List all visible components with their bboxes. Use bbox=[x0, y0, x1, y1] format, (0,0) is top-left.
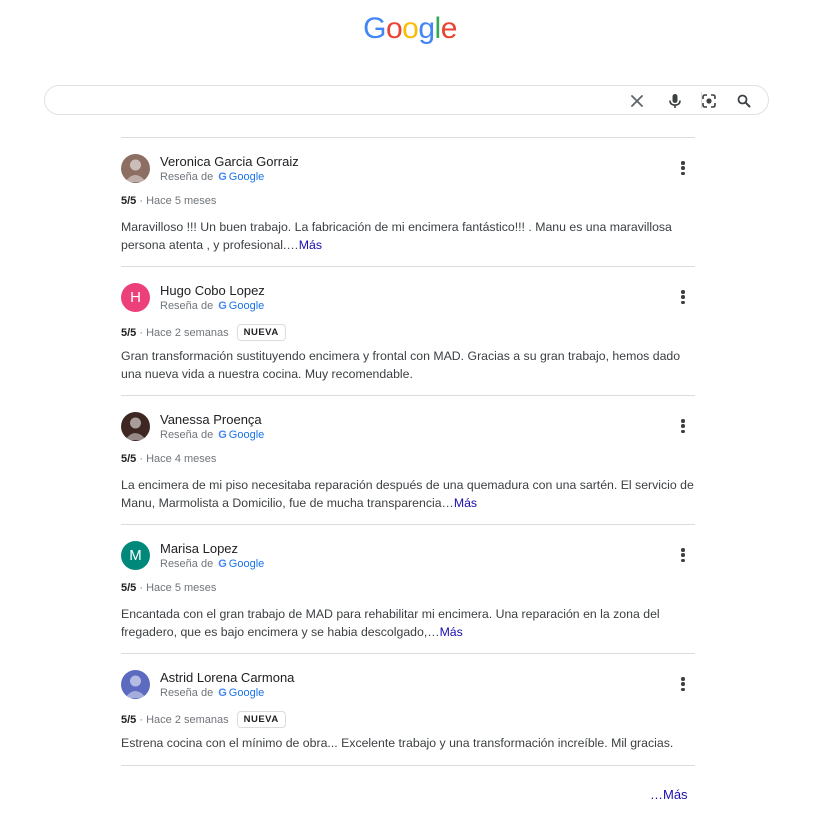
google-g-icon: G bbox=[218, 429, 227, 441]
avatar[interactable] bbox=[121, 154, 150, 183]
review-time: Hace 5 meses bbox=[146, 582, 217, 594]
rating: 5/5 bbox=[121, 713, 137, 726]
review-meta: 5/5 · Hace 2 semanas NUEVA bbox=[121, 711, 286, 728]
more-options-icon[interactable] bbox=[677, 545, 689, 565]
review-source: Reseña de G Google bbox=[160, 429, 265, 441]
more-link[interactable]: Más bbox=[440, 625, 463, 639]
reviewer-name[interactable]: Vanessa Proença bbox=[160, 412, 262, 427]
review-time: Hace 2 semanas bbox=[146, 713, 229, 726]
more-reviews-link[interactable]: …Más bbox=[650, 787, 688, 802]
review-text: Estrena cocina con el mínimo de obra... … bbox=[121, 736, 674, 750]
review-text: Encantada con el gran trabajo de MAD par… bbox=[121, 607, 660, 639]
search-icon[interactable] bbox=[734, 91, 754, 111]
review-time: Hace 2 semanas bbox=[146, 326, 229, 339]
logo-letter: e bbox=[440, 12, 458, 45]
new-badge: NUEVA bbox=[236, 324, 286, 341]
more-options-icon[interactable] bbox=[677, 416, 689, 436]
logo-letter: g bbox=[418, 12, 435, 45]
review-meta: 5/5 · Hace 2 semanas NUEVA bbox=[121, 324, 286, 341]
google-g-icon: G bbox=[218, 171, 227, 183]
more-options-icon[interactable] bbox=[677, 158, 689, 178]
rating: 5/5 bbox=[121, 195, 137, 207]
google-g-icon: G bbox=[218, 300, 227, 312]
reviews-list: Veronica Garcia Gorraiz Reseña de G Goog… bbox=[121, 137, 695, 765]
more-options-icon[interactable] bbox=[677, 674, 689, 694]
rating: 5/5 bbox=[121, 582, 137, 594]
review-item: Vanessa Proença Reseña de G Google 5/5 ·… bbox=[121, 395, 695, 524]
source-link[interactable]: Google bbox=[229, 429, 264, 441]
source-link[interactable]: Google bbox=[229, 171, 264, 183]
review-text: Gran transformación sustituyendo encimer… bbox=[121, 349, 681, 381]
lens-camera-icon[interactable] bbox=[699, 91, 719, 111]
review-source: Reseña de G Google bbox=[160, 171, 265, 183]
rating: 5/5 bbox=[121, 453, 137, 465]
google-logo[interactable]: Google bbox=[0, 12, 820, 46]
reviewer-name[interactable]: Astrid Lorena Carmona bbox=[160, 670, 294, 685]
more-link[interactable]: Más bbox=[454, 496, 477, 510]
reviewer-name[interactable]: Hugo Cobo Lopez bbox=[160, 283, 265, 298]
search-bar[interactable] bbox=[44, 85, 769, 115]
review-item: Veronica Garcia Gorraiz Reseña de G Goog… bbox=[121, 137, 695, 266]
reviewer-name[interactable]: Marisa Lopez bbox=[160, 541, 238, 556]
google-g-icon: G bbox=[218, 558, 227, 570]
avatar[interactable]: H bbox=[121, 283, 150, 312]
clear-icon[interactable] bbox=[627, 91, 647, 111]
rating: 5/5 bbox=[121, 326, 137, 339]
review-source: Reseña de G Google bbox=[160, 300, 265, 312]
reviewer-name[interactable]: Veronica Garcia Gorraiz bbox=[160, 154, 299, 169]
review-meta: 5/5 · Hace 5 meses bbox=[121, 195, 217, 207]
google-g-icon: G bbox=[218, 687, 227, 699]
search-input[interactable] bbox=[61, 90, 621, 110]
more-options-icon[interactable] bbox=[677, 287, 689, 307]
microphone-icon[interactable] bbox=[665, 91, 685, 111]
review-source: Reseña de G Google bbox=[160, 687, 265, 699]
logo-letter: G bbox=[363, 12, 386, 45]
review-item: M Marisa Lopez Reseña de G Google 5/5 · … bbox=[121, 524, 695, 653]
logo-letter: o bbox=[402, 12, 419, 45]
review-item: H Hugo Cobo Lopez Reseña de G Google 5/5… bbox=[121, 266, 695, 395]
review-source: Reseña de G Google bbox=[160, 558, 265, 570]
avatar[interactable] bbox=[121, 670, 150, 699]
source-link[interactable]: Google bbox=[229, 300, 264, 312]
source-link[interactable]: Google bbox=[229, 687, 264, 699]
review-meta: 5/5 · Hace 4 meses bbox=[121, 453, 217, 465]
review-text: Maravilloso !!! Un buen trabajo. La fabr… bbox=[121, 220, 672, 252]
source-link[interactable]: Google bbox=[229, 558, 264, 570]
review-time: Hace 4 meses bbox=[146, 453, 217, 465]
avatar[interactable]: M bbox=[121, 541, 150, 570]
review-time: Hace 5 meses bbox=[146, 195, 217, 207]
new-badge: NUEVA bbox=[236, 711, 286, 728]
more-link[interactable]: Más bbox=[299, 238, 322, 252]
review-meta: 5/5 · Hace 5 meses bbox=[121, 582, 217, 594]
divider bbox=[121, 765, 695, 766]
logo-letter: o bbox=[385, 12, 403, 45]
avatar[interactable] bbox=[121, 412, 150, 441]
review-text: La encimera de mi piso necesitaba repara… bbox=[121, 478, 694, 510]
review-item: Astrid Lorena Carmona Reseña de G Google… bbox=[121, 653, 695, 765]
